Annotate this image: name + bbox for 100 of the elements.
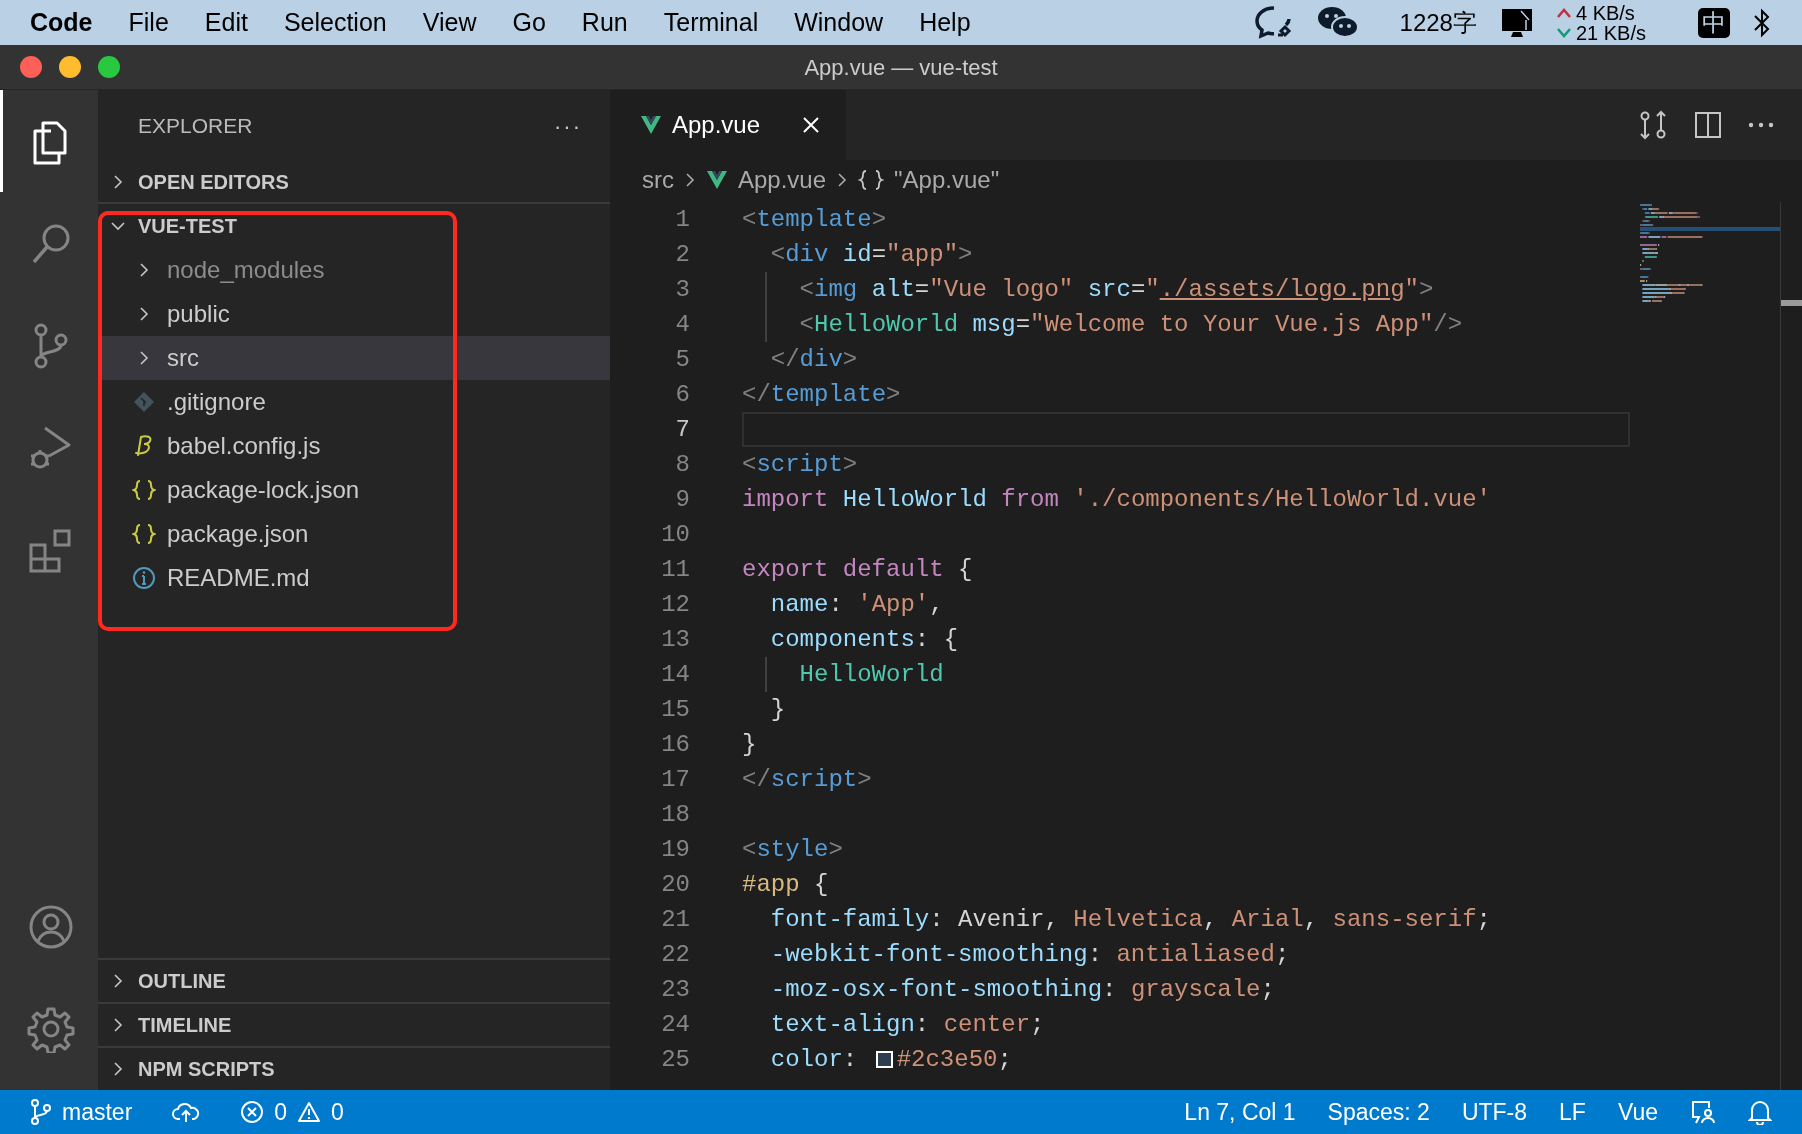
chevron-right-icon	[836, 172, 849, 188]
code-line: font-family: Avenir, Helvetica, Arial, sans-serif;	[769, 904, 1491, 935]
section-header[interactable]: NPM SCRIPTS	[138, 1054, 275, 1084]
breadcrumb-item[interactable]: src	[642, 162, 674, 198]
tree-item[interactable]: README.md	[98, 556, 610, 600]
menu-item[interactable]: Selection	[283, 3, 387, 42]
code-line: }	[769, 694, 786, 725]
tree-item[interactable]: babel.config.js	[98, 424, 610, 468]
breadcrumb-item[interactable]: App.vue	[738, 162, 827, 198]
line-number: 4	[674, 309, 690, 340]
code-line: -moz-osx-font-smoothing: grayscale;	[769, 974, 1275, 1005]
code-line: color: #2c3e50;	[769, 1044, 1012, 1075]
tree-item[interactable]: node_modules	[98, 248, 610, 292]
section-header[interactable]: OUTLINE	[138, 966, 226, 996]
upload-speed: 4 KB/s	[1575, 2, 1635, 23]
scrollbar-thumb[interactable]	[1781, 300, 1802, 306]
section-header[interactable]: TIMELINE	[138, 1010, 232, 1040]
menu-item[interactable]: Go	[512, 3, 546, 42]
menu-item[interactable]: Edit	[204, 3, 248, 42]
line-number: 5	[674, 344, 690, 375]
code-line: <HelloWorld msg="Welcome to Your Vue.js App"/>	[798, 309, 1463, 340]
line-number: 15	[660, 694, 690, 725]
indentation-setting[interactable]: Spaces: 2	[1327, 1094, 1430, 1130]
code-line: <img alt="Vue logo" src="./assets/logo.png">	[798, 274, 1434, 305]
line-number: 17	[660, 764, 690, 795]
v-logo-icon	[706, 169, 728, 191]
minimize-window-button[interactable]	[59, 56, 81, 78]
line-number: 21	[660, 904, 690, 935]
line-number: 18	[660, 799, 690, 830]
menu-item[interactable]: Run	[581, 3, 628, 42]
v-logo-icon	[640, 114, 662, 136]
code-line: -webkit-font-smoothing: antialiased;	[769, 939, 1290, 970]
language-mode[interactable]: Vue	[1617, 1094, 1658, 1130]
code-line: name: 'App',	[769, 589, 944, 620]
line-number: 22	[660, 939, 690, 970]
warning-count[interactable]: 0	[331, 1094, 344, 1130]
line-ending-setting[interactable]: LF	[1559, 1094, 1586, 1130]
braces-icon	[132, 478, 156, 502]
braces-icon	[858, 169, 885, 191]
panel-title: EXPLORER	[138, 113, 253, 140]
cursor-position[interactable]: Ln 7, Col 1	[1184, 1094, 1296, 1130]
line-number: 14	[660, 659, 690, 690]
editor-tab[interactable]: App.vue	[610, 90, 846, 160]
code-line: <script>	[742, 449, 858, 480]
more-icon[interactable]	[1748, 122, 1774, 128]
maximize-window-button[interactable]	[98, 56, 120, 78]
line-number: 19	[660, 834, 690, 865]
bell-icon[interactable]	[1748, 1099, 1772, 1125]
app-menu[interactable]: Code	[30, 3, 93, 42]
line-number: 3	[674, 274, 690, 305]
window-title: App.vue — vue-test	[804, 53, 998, 82]
tree-item[interactable]: package.json	[98, 512, 610, 556]
section-header[interactable]: VUE-TEST	[138, 211, 237, 241]
error-icon	[240, 1100, 265, 1124]
line-number: 11	[660, 554, 690, 585]
line-number: 2	[674, 239, 690, 270]
code-line: }	[742, 729, 757, 760]
code-line: </div>	[769, 344, 858, 375]
line-number: 24	[660, 1009, 690, 1040]
menu-item[interactable]: View	[422, 3, 477, 42]
line-number: 13	[660, 624, 690, 655]
split-editor-icon[interactable]	[1694, 111, 1722, 139]
line-number: 23	[660, 974, 690, 1005]
section-header[interactable]: OPEN EDITORS	[138, 167, 289, 197]
code-line: </script>	[742, 764, 872, 795]
tree-item[interactable]: public	[98, 292, 610, 336]
cloud-upload-icon[interactable]	[172, 1101, 201, 1123]
git-diamond-icon	[132, 390, 156, 414]
settings-icon[interactable]	[26, 1005, 75, 1053]
line-number: 9	[674, 484, 690, 515]
close-icon[interactable]	[802, 116, 820, 134]
tree-item[interactable]: package-lock.json	[98, 468, 610, 512]
menu-item[interactable]: Help	[919, 3, 971, 42]
menu-item[interactable]: File	[128, 3, 169, 42]
encoding-setting[interactable]: UTF-8	[1461, 1094, 1528, 1130]
tree-item[interactable]: .gitignore	[98, 380, 610, 424]
code-line: HelloWorld	[798, 659, 944, 690]
input-method-indicator[interactable]: 中	[1698, 7, 1730, 38]
compare-changes-icon[interactable]	[1638, 110, 1668, 140]
warning-icon	[297, 1101, 322, 1123]
menu-item[interactable]: Window	[794, 3, 884, 42]
bluetooth-icon[interactable]	[1752, 6, 1772, 39]
more-actions-button[interactable]: ···	[554, 109, 582, 143]
error-count[interactable]: 0	[274, 1094, 288, 1130]
line-number: 10	[660, 519, 690, 550]
menu-item[interactable]: Terminal	[663, 3, 759, 42]
line-number: 7	[674, 414, 690, 445]
branch-icon	[30, 1099, 52, 1125]
word-count[interactable]: 1228字	[1399, 4, 1477, 41]
close-window-button[interactable]	[20, 56, 42, 78]
info-icon	[132, 566, 156, 590]
chat-bubble-icon[interactable]	[1253, 4, 1294, 41]
code-line: import HelloWorld from './components/HelloWorld.vue'	[742, 484, 1491, 515]
line-number: 8	[674, 449, 690, 480]
code-line: <style>	[742, 834, 843, 865]
code-line: text-align: center;	[769, 1009, 1045, 1040]
code-line: export default {	[742, 554, 973, 585]
breadcrumb-item[interactable]: "App.vue"	[894, 162, 1000, 198]
branch-name[interactable]: master	[62, 1094, 133, 1130]
feedback-icon[interactable]	[1690, 1099, 1716, 1125]
